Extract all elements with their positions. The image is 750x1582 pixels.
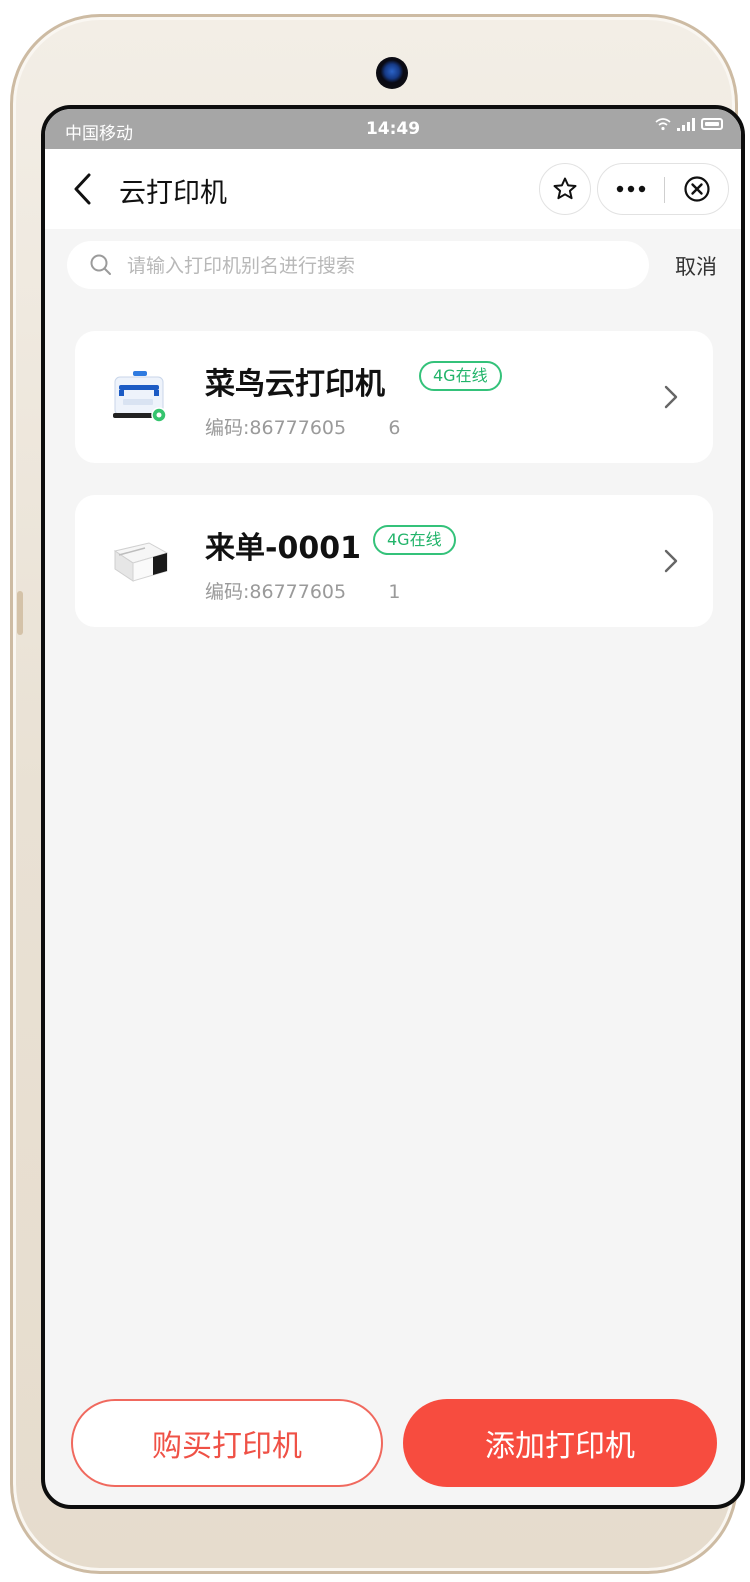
printer-card[interactable]: 菜鸟云打印机 4G在线 编码:86777605 6 [75, 331, 713, 463]
clock: 14:49 [365, 119, 421, 139]
page-title: 云打印机 [119, 178, 227, 209]
printer-card[interactable]: 来单-0001 4G在线 编码:86777605 1 [75, 495, 713, 627]
chevron-right-icon [664, 385, 678, 409]
side-button [17, 591, 23, 635]
buy-printer-button[interactable]: 购买打印机 [71, 1399, 383, 1487]
status-badge: 4G在线 [419, 361, 502, 391]
printer-name: 来单-0001 [205, 531, 361, 566]
status-bar: 中国移动 14:49 [45, 109, 741, 149]
more-button[interactable] [598, 164, 664, 214]
favorite-button[interactable] [539, 163, 591, 215]
search-row: 取消 [45, 229, 741, 299]
back-icon[interactable] [69, 171, 97, 207]
close-circle-icon [684, 176, 710, 202]
more-dots-icon [616, 185, 646, 193]
printer-code: 编码:86777605 1 [205, 581, 401, 603]
app-screen: 中国移动 14:49 云打印机 请输入打印机别名进行搜索 取消 菜鸟云打印机 4… [41, 105, 745, 1509]
chevron-right-icon [664, 549, 678, 573]
printer-code: 编码:86777605 6 [205, 417, 401, 439]
front-camera [376, 57, 408, 89]
battery-icon [701, 118, 723, 130]
status-badge: 4G在线 [373, 525, 456, 555]
wifi-icon [655, 118, 671, 131]
phone-frame: 中国移动 14:49 云打印机 请输入打印机别名进行搜索 取消 菜鸟云打印机 4… [10, 14, 745, 1574]
status-icons [655, 117, 723, 131]
search-input[interactable] [125, 241, 629, 291]
cainiao-printer-icon [113, 371, 167, 423]
cancel-button[interactable]: 取消 [675, 251, 717, 281]
nav-bar: 云打印机 [45, 149, 741, 229]
add-printer-button[interactable]: 添加打印机 [403, 1399, 717, 1487]
label-printer-icon [113, 542, 169, 582]
close-button[interactable] [665, 164, 729, 214]
signal-icon [677, 117, 695, 131]
search-box[interactable] [67, 241, 649, 291]
search-icon [90, 254, 111, 275]
mini-program-capsule [597, 163, 729, 215]
star-icon [553, 177, 577, 200]
printer-name: 菜鸟云打印机 [205, 367, 385, 402]
